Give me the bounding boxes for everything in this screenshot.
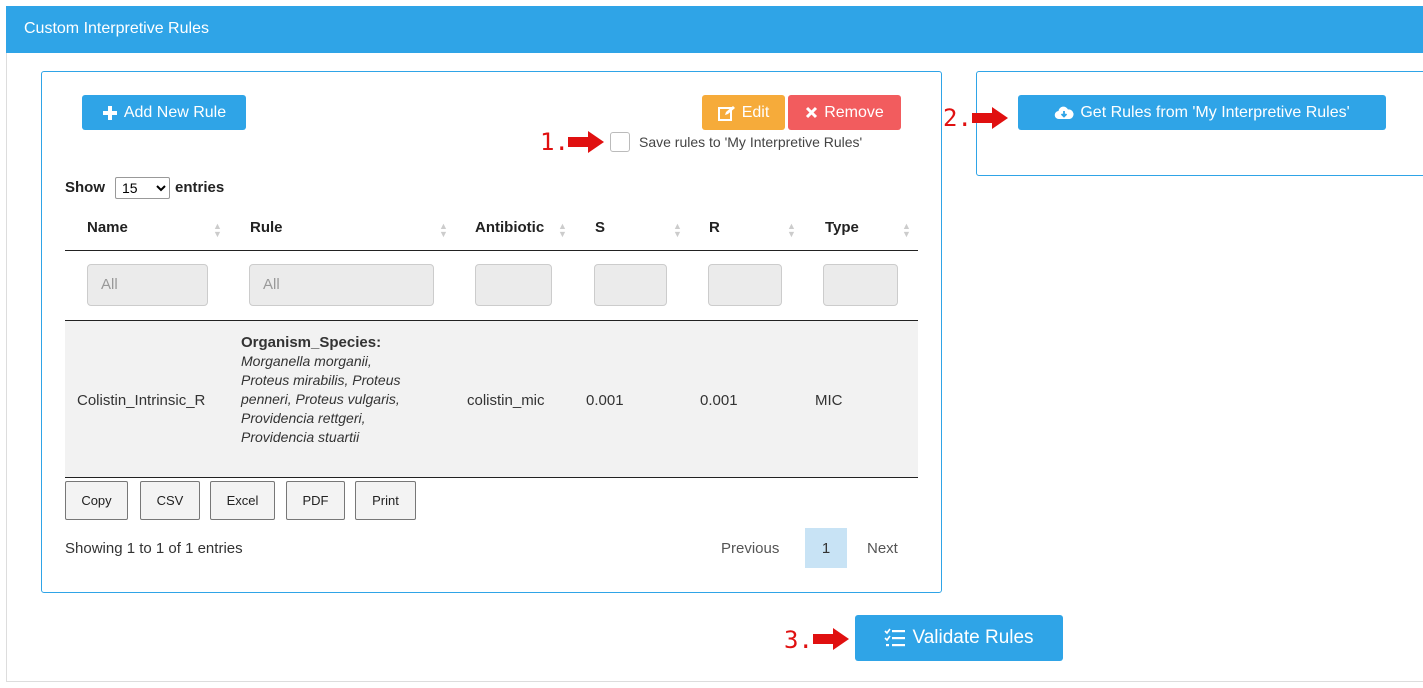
sort-icon: ▲ ▼ (213, 221, 222, 239)
show-label: Show (65, 179, 105, 196)
column-header-rule[interactable]: Rule (250, 219, 283, 236)
sort-icon: ▲ ▼ (902, 221, 911, 239)
column-header-antibiotic[interactable]: Antibiotic (475, 219, 544, 236)
edit-icon (717, 105, 735, 121)
times-icon (806, 106, 818, 119)
annotation-number-3: 3. (784, 626, 813, 654)
tasks-icon (884, 628, 906, 647)
column-header-name[interactable]: Name (87, 219, 128, 236)
remove-button[interactable]: Remove (788, 95, 901, 130)
filter-r-input[interactable] (708, 264, 782, 306)
arrow-right-icon (568, 131, 604, 153)
filter-type-input[interactable] (823, 264, 898, 306)
arrow-right-icon (972, 107, 1008, 129)
print-button[interactable]: Print (355, 481, 416, 520)
annotation-number-2: 2. (943, 104, 972, 132)
pagination-previous[interactable]: Previous (721, 540, 779, 557)
table-info: Showing 1 to 1 of 1 entries (65, 540, 243, 557)
validate-rules-button[interactable]: Validate Rules (855, 615, 1063, 661)
validate-rules-label: Validate Rules (912, 627, 1034, 648)
filter-antibiotic-input[interactable] (475, 264, 552, 306)
annotation-number-1: 1. (540, 128, 569, 156)
excel-button[interactable]: Excel (210, 481, 275, 520)
get-rules-label: Get Rules from 'My Interpretive Rules' (1080, 103, 1350, 121)
panel-title: Custom Interpretive Rules (6, 6, 1423, 53)
plus-icon (102, 105, 117, 120)
sort-icon: ▲ ▼ (673, 221, 682, 239)
pagination-next[interactable]: Next (867, 540, 898, 557)
csv-button[interactable]: CSV (140, 481, 200, 520)
cell-rule: Organism_Species: Morganella morganii, P… (241, 333, 451, 447)
rule-line: Providencia stuartii (241, 429, 360, 445)
entries-label: entries (175, 179, 225, 196)
column-header-s[interactable]: S (595, 219, 605, 236)
save-rules-checkbox[interactable] (610, 132, 630, 152)
column-header-r[interactable]: R (709, 219, 720, 236)
edit-label: Edit (741, 103, 770, 121)
add-new-rule-button[interactable]: Add New Rule (82, 95, 246, 130)
pdf-button[interactable]: PDF (286, 481, 345, 520)
header-divider (65, 250, 918, 251)
save-rules-label: Save rules to 'My Interpretive Rules' (639, 134, 863, 150)
column-header-type[interactable]: Type (825, 219, 859, 236)
rule-line: Providencia rettgeri, (241, 410, 366, 426)
table-bottom-border (65, 477, 918, 478)
filter-name-input[interactable]: All (87, 264, 208, 306)
sort-icon: ▲ ▼ (558, 221, 567, 239)
rule-key: Organism_Species: (241, 334, 382, 351)
rule-line: penneri, Proteus vulgaris, (241, 391, 400, 407)
cloud-download-icon (1055, 106, 1074, 119)
cell-type: MIC (815, 392, 843, 409)
filter-rule-input[interactable]: All (249, 264, 434, 306)
rule-line: Morganella morganii, (241, 353, 372, 369)
cell-s: 0.001 (586, 392, 624, 409)
pagination-page-1[interactable]: 1 (805, 528, 847, 568)
filter-s-input[interactable] (594, 264, 667, 306)
arrow-right-icon (813, 628, 849, 650)
add-new-rule-label: Add New Rule (123, 103, 227, 121)
rule-line: Proteus mirabilis, Proteus (241, 372, 401, 388)
cell-r: 0.001 (700, 392, 738, 409)
cell-name: Colistin_Intrinsic_R (77, 392, 206, 409)
sort-icon: ▲ ▼ (439, 221, 448, 239)
copy-button[interactable]: Copy (65, 481, 128, 520)
cell-antibiotic: colistin_mic (467, 392, 545, 409)
remove-label: Remove (824, 103, 884, 121)
edit-button[interactable]: Edit (702, 95, 785, 130)
sort-icon: ▲ ▼ (787, 221, 796, 239)
entries-length-select[interactable]: 15 (115, 177, 170, 199)
get-rules-button[interactable]: Get Rules from 'My Interpretive Rules' (1018, 95, 1386, 130)
